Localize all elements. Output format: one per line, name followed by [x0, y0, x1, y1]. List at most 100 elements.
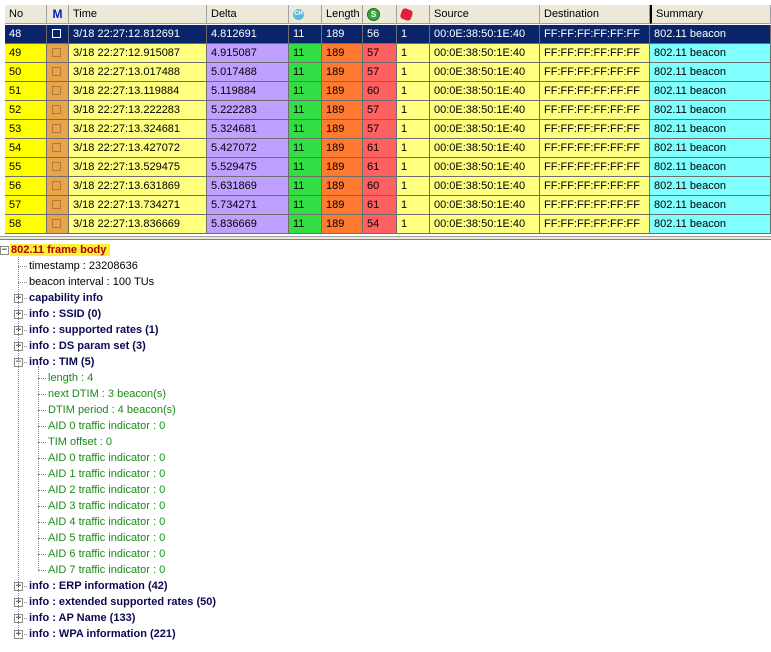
cell-mark[interactable] [47, 44, 69, 63]
column-header-no[interactable]: No [5, 5, 47, 24]
cell-mark[interactable] [47, 25, 69, 44]
table-row[interactable]: 58 3/18 22:27:13.836669 5.836669 11 189 54 1 00… [0, 215, 771, 234]
tree-node[interactable]: info : AP Name (133) [29, 610, 135, 626]
column-header-signal[interactable]: S [363, 5, 397, 24]
mark-checkbox[interactable] [52, 48, 61, 57]
cell-source: 00:0E:38:50:1E:40 [430, 177, 540, 196]
collapse-icon[interactable]: − [0, 246, 9, 255]
tree-node[interactable]: info : WPA information (221) [29, 626, 176, 642]
cell-signal: 57 [363, 101, 397, 120]
table-row[interactable]: 54 3/18 22:27:13.427072 5.427072 11 189 61 1 00… [0, 139, 771, 158]
tree-leaf: AID 0 traffic indicator : 0 [48, 450, 165, 466]
cell-flag: 1 [397, 177, 430, 196]
cell-mark[interactable] [47, 139, 69, 158]
tree-item-label: length : 4 [48, 372, 94, 384]
column-header-source[interactable]: Source [430, 5, 540, 24]
tree-item-label: info : supported rates (1) [29, 324, 159, 336]
table-row[interactable]: 52 3/18 22:27:13.222283 5.222283 11 189 57 1 00… [0, 101, 771, 120]
cell-no: 57 [5, 196, 47, 215]
cell-destination: FF:FF:FF:FF:FF:FF [540, 196, 650, 215]
mark-checkbox[interactable] [52, 219, 61, 228]
tree-item-label: info : DS param set (3) [29, 340, 146, 352]
table-row[interactable]: 55 3/18 22:27:13.529475 5.529475 11 189 61 1 00… [0, 158, 771, 177]
column-header-time[interactable]: Time [69, 5, 207, 24]
mark-checkbox[interactable] [52, 181, 61, 190]
cell-summary: 802.11 beacon [650, 63, 771, 82]
cell-mark[interactable] [47, 215, 69, 234]
cell-mark[interactable] [47, 177, 69, 196]
cell-mark[interactable] [47, 82, 69, 101]
cell-length: 189 [322, 177, 363, 196]
cell-no: 58 [5, 215, 47, 234]
table-row[interactable]: 49 3/18 22:27:12.915087 4.915087 11 189 57 1 00… [0, 44, 771, 63]
cell-summary: 802.11 beacon [650, 177, 771, 196]
cell-signal: 57 [363, 44, 397, 63]
tree-leaf: AID 6 traffic indicator : 0 [48, 546, 165, 562]
tree-item-label: AID 0 traffic indicator : 0 [48, 452, 166, 464]
tree-item-label: AID 7 traffic indicator : 0 [48, 564, 166, 576]
column-header-flag[interactable] [397, 5, 430, 24]
cell-destination: FF:FF:FF:FF:FF:FF [540, 63, 650, 82]
column-header-mark[interactable]: M [47, 5, 69, 24]
cell-no: 49 [5, 44, 47, 63]
cell-mark[interactable] [47, 63, 69, 82]
column-header-length[interactable]: Length [322, 5, 363, 24]
tree-item-label: AID 4 traffic indicator : 0 [48, 516, 166, 528]
mark-checkbox[interactable] [52, 143, 61, 152]
tree-node[interactable]: info : extended supported rates (50) [29, 594, 216, 610]
tree-item-label: beacon interval : 100 TUs [29, 276, 155, 288]
mark-checkbox[interactable] [52, 86, 61, 95]
cell-mark[interactable] [47, 158, 69, 177]
cell-delta: 5.324681 [207, 120, 289, 139]
table-row[interactable]: 51 3/18 22:27:13.119884 5.119884 11 189 60 1 00… [0, 82, 771, 101]
cell-ch: 11 [289, 120, 322, 139]
column-header-mark-label: M [52, 7, 63, 21]
mark-checkbox[interactable] [52, 29, 61, 38]
column-header-destination[interactable]: Destination [540, 5, 650, 24]
tree-node[interactable]: info : TIM (5) [29, 354, 94, 370]
cell-delta: 5.529475 [207, 158, 289, 177]
tree-node[interactable]: info : supported rates (1) [29, 322, 159, 338]
tree-node[interactable]: info : SSID (0) [29, 306, 101, 322]
cell-destination: FF:FF:FF:FF:FF:FF [540, 215, 650, 234]
cell-flag: 1 [397, 215, 430, 234]
cell-ch: 11 [289, 101, 322, 120]
cell-length: 189 [322, 25, 363, 44]
cell-no: 48 [5, 25, 47, 44]
tree-node[interactable]: capability info [29, 290, 103, 306]
tree-node[interactable]: info : DS param set (3) [29, 338, 146, 354]
column-header-delta[interactable]: Delta [207, 5, 289, 24]
mark-checkbox[interactable] [52, 124, 61, 133]
packet-detail-tree[interactable]: + + + + − + + + + −802.11 frame body timestamp : … [0, 240, 771, 652]
column-header-channel[interactable]: CH [289, 5, 322, 24]
packet-list[interactable]: No M Time Delta CH Length S Source Desti… [0, 0, 771, 236]
cell-signal: 61 [363, 158, 397, 177]
tree-item-label: AID 3 traffic indicator : 0 [48, 500, 166, 512]
mark-checkbox[interactable] [52, 67, 61, 76]
mark-checkbox[interactable] [52, 162, 61, 171]
cell-summary: 802.11 beacon [650, 25, 771, 44]
table-row[interactable]: 48 3/18 22:27:12.812691 4.812691 11 189 56 1 00… [0, 25, 771, 44]
cell-destination: FF:FF:FF:FF:FF:FF [540, 101, 650, 120]
table-row[interactable]: 57 3/18 22:27:13.734271 5.734271 11 189 61 1 00… [0, 196, 771, 215]
cell-mark[interactable] [47, 120, 69, 139]
column-header-summary[interactable]: Summary [650, 5, 771, 24]
tree-node[interactable]: info : ERP information (42) [29, 578, 168, 594]
tree-leaf: AID 0 traffic indicator : 0 [48, 418, 165, 434]
cell-no: 52 [5, 101, 47, 120]
mark-checkbox[interactable] [52, 200, 61, 209]
burst-icon [399, 6, 414, 22]
table-row[interactable]: 53 3/18 22:27:13.324681 5.324681 11 189 57 1 00… [0, 120, 771, 139]
cell-time: 3/18 22:27:13.119884 [69, 82, 207, 101]
tree-root[interactable]: −802.11 frame body [0, 242, 111, 258]
cell-time: 3/18 22:27:12.812691 [69, 25, 207, 44]
cell-mark[interactable] [47, 196, 69, 215]
cell-destination: FF:FF:FF:FF:FF:FF [540, 82, 650, 101]
tree-leaf: TIM offset : 0 [48, 434, 112, 450]
table-row[interactable]: 56 3/18 22:27:13.631869 5.631869 11 189 60 1 00… [0, 177, 771, 196]
table-row[interactable]: 50 3/18 22:27:13.017488 5.017488 11 189 57 1 00… [0, 63, 771, 82]
cell-delta: 5.017488 [207, 63, 289, 82]
cell-mark[interactable] [47, 101, 69, 120]
cell-summary: 802.11 beacon [650, 44, 771, 63]
mark-checkbox[interactable] [52, 105, 61, 114]
